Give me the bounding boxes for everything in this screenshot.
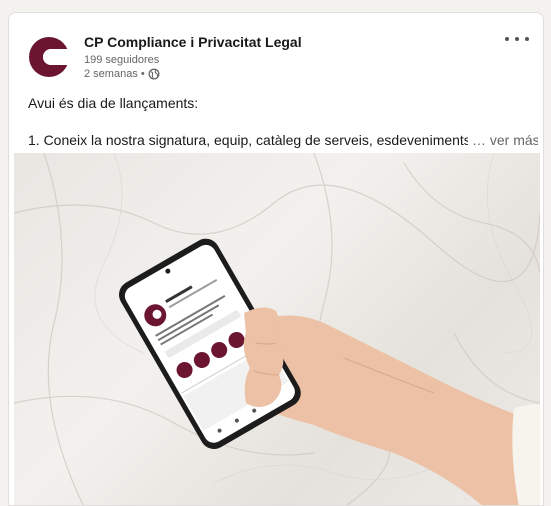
more-options-button[interactable] [505,31,529,47]
meta-separator: • [140,68,145,80]
post-text-line-1: Avui és dia de llançaments: [28,95,199,111]
see-more-link[interactable]: … ver más [472,132,538,148]
post-photo [14,153,540,505]
post-text-line-2: 1. Coneix la nostra signatura, equip, ca… [28,130,538,150]
follower-count: 199 seguidores [84,54,160,66]
dot-icon [525,37,529,41]
org-name-link[interactable]: CP Compliance i Privacitat Legal [84,34,302,50]
post-time: 2 semanas [84,68,138,80]
globe-icon [148,68,160,80]
dot-icon [505,37,509,41]
post-meta: 2 semanas • [84,68,160,80]
logo-mark-icon [29,37,73,77]
company-logo[interactable] [25,33,73,81]
feed-post-card: CP Compliance i Privacitat Legal 199 seg… [8,12,544,506]
post-image[interactable] [14,153,540,505]
dot-icon [515,37,519,41]
post-text-line-2-content: 1. Coneix la nostra signatura, equip, ca… [28,132,468,148]
post-header: CP Compliance i Privacitat Legal 199 seg… [9,13,543,91]
